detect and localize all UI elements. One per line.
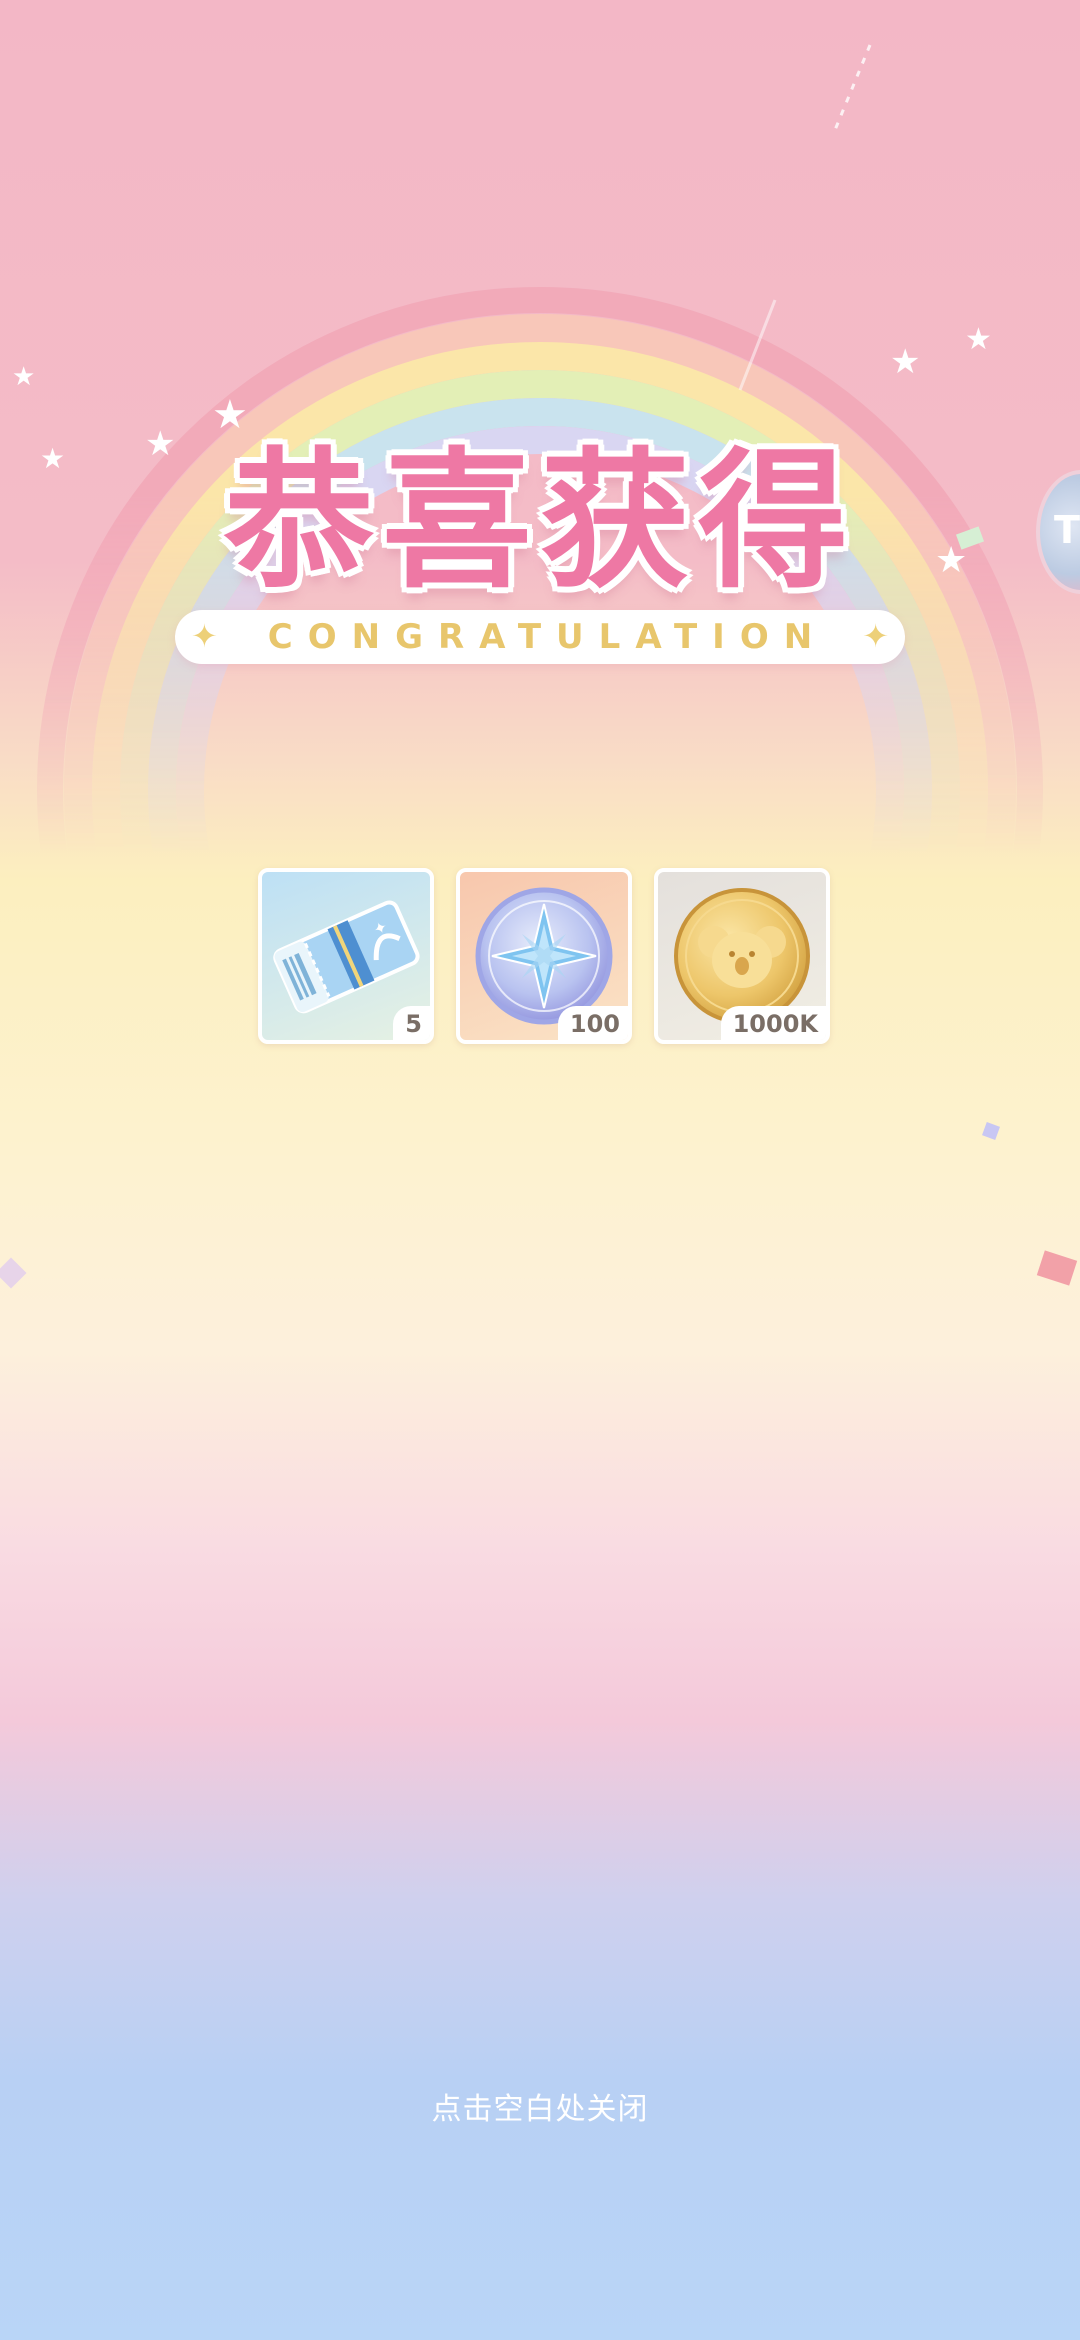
quantity-badge: 5 [393,1006,430,1040]
reward-list: ✦ 5 100 1000K [258,868,830,1044]
page-title: 恭喜获得 [223,435,856,609]
reward-item-koala-coin[interactable]: 1000K [654,868,830,1044]
sparkle-icon: ★ [965,322,992,357]
quantity-badge: 100 [557,1006,628,1040]
sparkle-icon: ✦ [862,617,889,655]
confetti [982,1122,1000,1140]
confetti [0,1257,27,1289]
tap-blank-to-close-hint[interactable]: 点击空白处关闭 [0,2084,1080,2128]
sparkle-icon: ✦ [191,617,218,655]
confetti [1036,1250,1078,1286]
reward-popup-screen[interactable]: ★ ★ ★ ★ ★ ★ ★ ★ 恭喜获得 ✦ CONGRATULATION ✦ [0,0,1080,2340]
subtitle-banner: ✦ CONGRATULATION ✦ [175,610,905,664]
reward-item-star-coin[interactable]: 100 [456,868,632,1044]
subtitle-text: CONGRATULATION [267,617,828,657]
reward-item-ticket[interactable]: ✦ 5 [258,868,434,1044]
sparkle-icon: ★ [890,342,921,382]
quantity-badge: 1000K [720,1006,826,1040]
sparkle-icon: ★ [12,362,36,392]
